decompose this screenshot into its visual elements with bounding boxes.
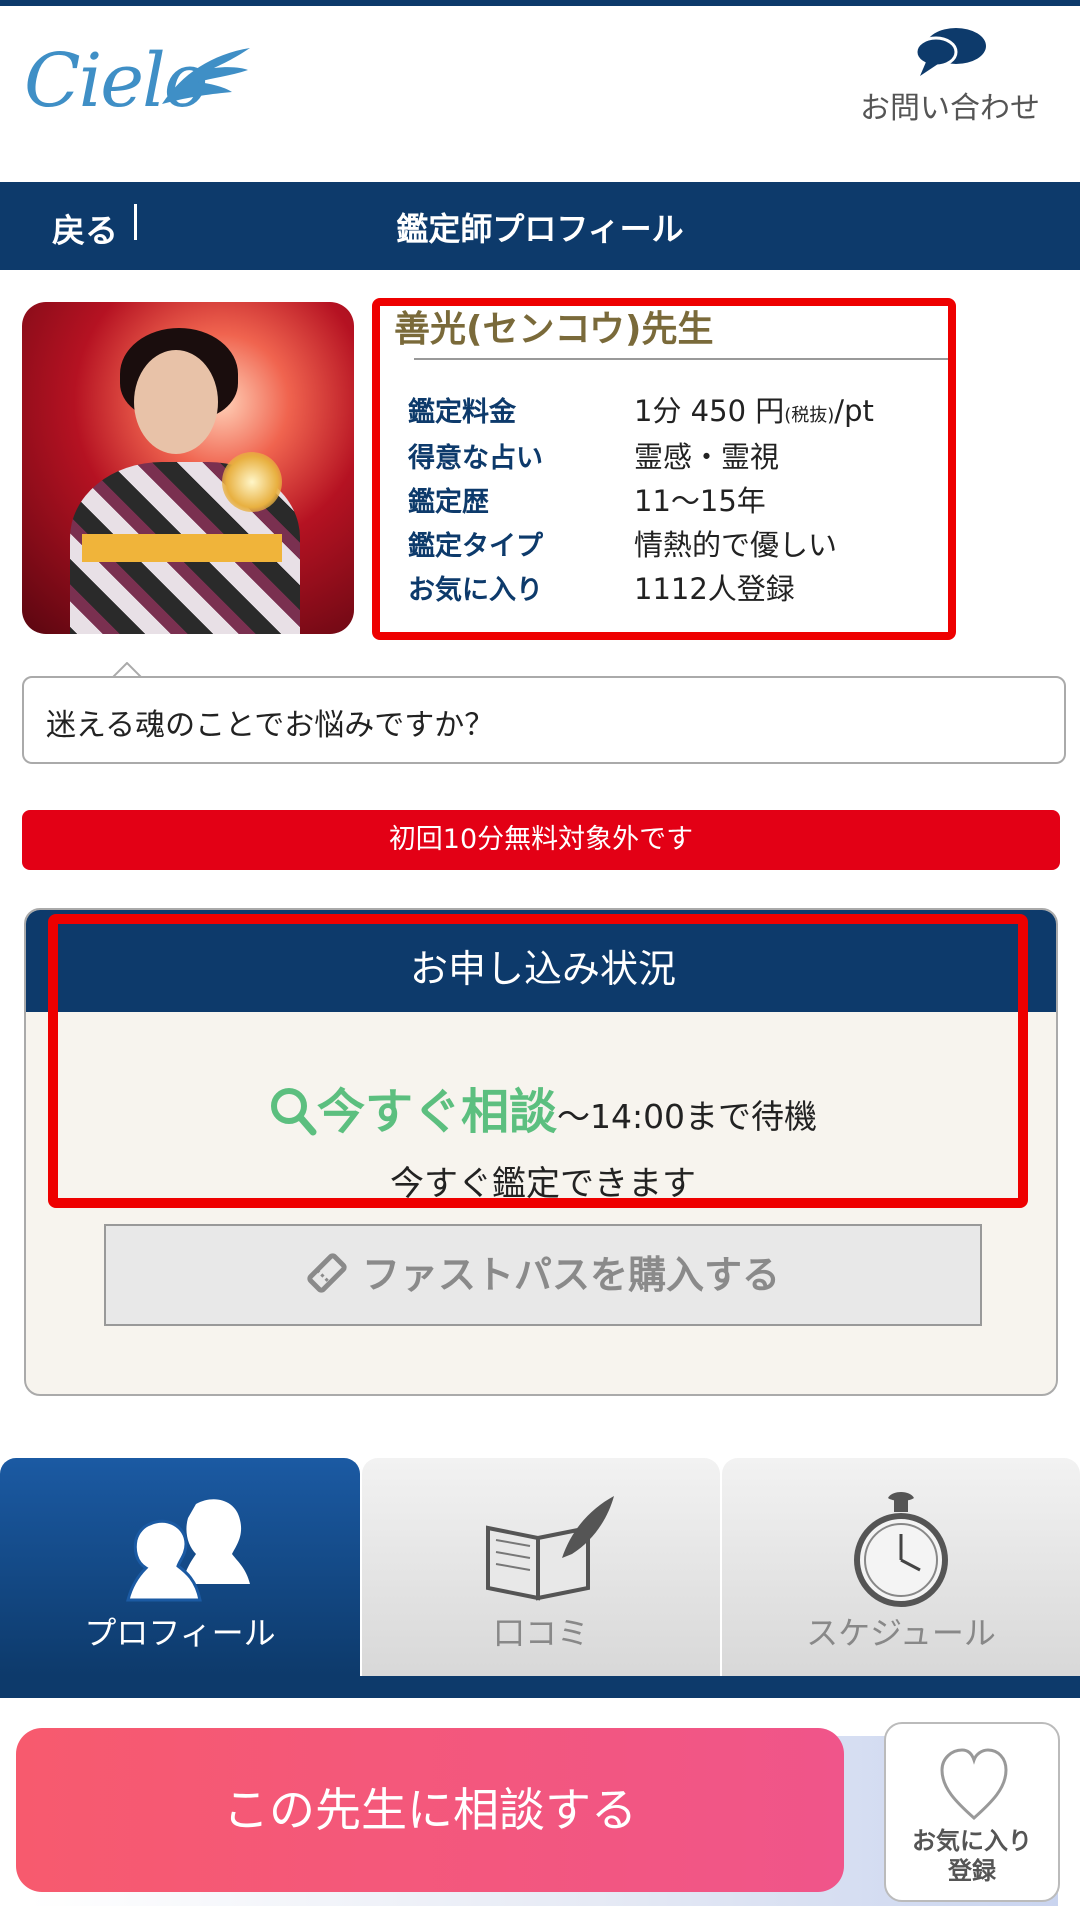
info-row-favorites: お気に入り 1112人登録: [408, 568, 948, 612]
favorite-label-line1: お気に入り: [912, 1827, 1032, 1855]
info-key: お気に入り: [408, 575, 543, 606]
info-row-fee: 鑑定料金 1分 450 円(税抜)/pt: [408, 388, 948, 434]
title-bar: 戻る 鑑定師プロフィール: [0, 182, 1080, 270]
tab-schedule[interactable]: スケジュール: [722, 1458, 1080, 1676]
photo-face: [134, 350, 218, 454]
pocket-watch-icon: [854, 1492, 948, 1607]
tab-profile[interactable]: プロフィール: [0, 1458, 360, 1676]
contact-label: お問い合わせ: [860, 91, 1040, 126]
status-highlight-frame: [48, 914, 1028, 1208]
fortune-teller-photo: [22, 302, 354, 634]
message-bubble: 迷える魂のことでお悩みですか？: [22, 676, 1066, 764]
info-value: 情熱的で優しい: [634, 528, 838, 562]
tax-note: (税抜): [784, 405, 835, 426]
info-value: 11〜15年: [634, 484, 766, 518]
page-title: 鑑定師プロフィール: [396, 210, 684, 248]
favorite-button[interactable]: お気に入り 登録: [884, 1722, 1060, 1902]
info-value-fee: 1分 450 円(税抜)/pt: [634, 388, 874, 430]
name-divider: [414, 358, 948, 360]
tab-schedule-label: スケジュール: [806, 1614, 996, 1652]
info-value: 霊感・霊視: [634, 440, 780, 474]
chat-bubble-icon: [914, 28, 986, 76]
tab-reviews[interactable]: 口コミ: [362, 1458, 720, 1676]
free-trial-notice: 初回10分無料対象外です: [22, 810, 1060, 870]
favorite-label: お気に入り 登録: [886, 1826, 1058, 1886]
tab-reviews-label: 口コミ: [492, 1614, 589, 1652]
cielo-logo[interactable]: Cielo: [20, 28, 250, 124]
info-row-experience: 鑑定歴 11〜15年: [408, 480, 948, 524]
profile-info-highlight: 善光(センコウ)先生 鑑定料金 1分 450 円(税抜)/pt 得意な占い 霊感…: [372, 298, 956, 640]
fee-unit: /pt: [834, 394, 874, 428]
consult-button[interactable]: この先生に相談する: [16, 1728, 844, 1892]
info-key: 得意な占い: [408, 443, 543, 474]
fastpass-label: ファストパスを購入する: [361, 1253, 780, 1297]
profile-tabs: プロフィール 口コミ スケジュール: [0, 1458, 1080, 1676]
fastpass-button[interactable]: ファストパスを購入する: [104, 1224, 982, 1326]
photo-obi: [82, 534, 282, 562]
contact-button[interactable]: お問い合わせ: [850, 16, 1050, 176]
ticket-icon: [307, 1253, 347, 1293]
info-row-type: 鑑定タイプ 情熱的で優しい: [408, 524, 948, 568]
teacher-name: 善光(センコウ)先生: [394, 309, 714, 350]
fee-value: 1分 450 円: [634, 394, 785, 428]
info-value: 1112人登録: [634, 572, 795, 606]
photo-crystal: [222, 452, 282, 512]
wing-icon: [162, 48, 250, 104]
heart-icon: [940, 1748, 1008, 1821]
site-header: Cielo お問い合わせ: [0, 6, 1080, 182]
info-row-specialty: 得意な占い 霊感・霊視: [408, 436, 948, 480]
favorite-label-line2: 登録: [948, 1857, 996, 1885]
info-key: 鑑定歴: [408, 487, 489, 518]
info-key: 鑑定タイプ: [408, 531, 543, 562]
info-key: 鑑定料金: [408, 397, 516, 428]
book-quill-icon: [486, 1496, 614, 1601]
tab-profile-label: プロフィール: [84, 1614, 276, 1652]
tab-bottom-bar: [0, 1676, 1080, 1698]
message-text: 迷える魂のことでお悩みですか？: [46, 708, 495, 743]
profile-silhouette-icon: [126, 1499, 250, 1602]
